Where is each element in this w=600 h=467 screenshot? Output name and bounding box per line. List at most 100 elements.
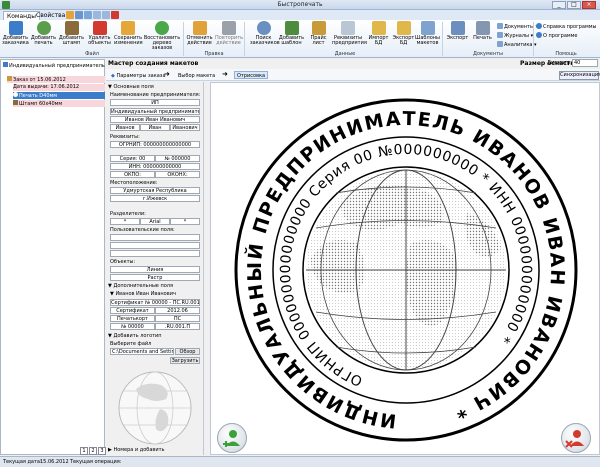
browse-button[interactable]: Обзор (175, 348, 200, 355)
tree-item-order[interactable]: Заказ от 15.06.2012 (7, 76, 105, 83)
preview-icon[interactable] (102, 11, 110, 19)
delete-objects-button[interactable]: Удалить объекты (86, 21, 113, 51)
separator-right-field[interactable]: * (170, 218, 200, 225)
object-line[interactable]: Линия (110, 266, 200, 273)
date-label: Текущая дата: (3, 459, 42, 465)
journals-icon (497, 32, 503, 38)
add-user-icon (8, 21, 23, 35)
page-button[interactable]: 3 (98, 447, 106, 455)
tab-properties[interactable]: Свойства (33, 11, 68, 20)
delete-icon[interactable] (111, 11, 119, 19)
journals-menu[interactable]: Журналы ▾ (497, 32, 533, 39)
price-list-button[interactable]: Прайс лист (305, 21, 332, 51)
import-db-button[interactable]: Импорт БД (365, 21, 392, 51)
about-button[interactable]: О программе (536, 32, 578, 39)
tree-item-seal[interactable]: Печать D40мм (13, 92, 105, 99)
inn-field[interactable]: ИНН: 000000000000 (110, 163, 200, 170)
analytics-menu[interactable]: Аналитика ▾ (497, 41, 537, 48)
city-field[interactable]: г.Ижевск (110, 195, 200, 202)
maximize-button[interactable]: □ (567, 1, 581, 9)
export-db-button[interactable]: Экспорт БД (390, 21, 417, 51)
disk-icon[interactable] (75, 11, 83, 19)
file-path-input[interactable]: C:\Documents and Settin (110, 348, 174, 355)
extra-name-row[interactable]: ▼ Иванов Иван Иванович (110, 291, 176, 297)
region-field[interactable]: Удмуртская Республика (110, 187, 200, 194)
add-customer-button[interactable]: Добавить заказчика (2, 21, 29, 51)
fio-field[interactable]: Иванов Иван Иванович (110, 116, 200, 123)
section-extra-fields[interactable]: ▼ Дополнительные поля (108, 283, 173, 289)
document-icon (341, 21, 355, 35)
restore-tree-button[interactable]: Восстановить дерево заказов (143, 21, 181, 51)
step-render[interactable]: Отрисовка (234, 71, 269, 79)
separator-font-field[interactable]: Arial (140, 218, 170, 225)
page-button[interactable]: 2 (89, 447, 97, 455)
number-field[interactable]: № 000000 (155, 155, 200, 162)
layout-canvas[interactable]: ИНДИВИДУАЛЬНЫЙ ПРЕДПРИНИМАТЕЛЬ ИВАНОВ ИВ… (210, 82, 600, 455)
seal-icon (36, 21, 51, 35)
layout-templates-button[interactable]: Шаблоны макетов (414, 21, 441, 51)
cert-part-field[interactable]: № 00000 (110, 323, 155, 330)
section-add-logo[interactable]: ▼ Добавить логотип (108, 333, 162, 339)
company-details-button[interactable]: Реквизиты предприятия (332, 21, 367, 51)
ogrnip-field[interactable]: ОГРНИП: 000000000000000 (110, 141, 200, 148)
section-main-fields[interactable]: ▼ Основные поля (108, 84, 154, 90)
okpo-field[interactable]: ОКПО: (110, 171, 155, 178)
diameter-input[interactable]: 40 (572, 59, 598, 67)
name-field[interactable]: Иван (140, 124, 170, 131)
tree-item-issue-date[interactable]: Дата выдачи: 17.06.2012 (13, 84, 105, 91)
template-icon (284, 21, 299, 35)
stamp-drawing[interactable]: ИНДИВИДУАЛЬНЫЙ ПРЕДПРИНИМАТЕЛЬ ИВАНОВ ИВ… (211, 83, 600, 456)
stamp-icon (13, 100, 18, 105)
print-icon[interactable] (84, 11, 92, 19)
user-field[interactable] (110, 234, 200, 241)
patronymic-field[interactable]: Иванович (170, 124, 200, 131)
series-field[interactable]: Серия: 00 (110, 155, 155, 162)
cert-part-field[interactable]: Сертификат (110, 307, 155, 314)
section-numbers[interactable]: ▶ Номера и добавить (108, 447, 165, 453)
object-raster[interactable]: Растр (110, 274, 200, 281)
redo-button[interactable]: Повторить действие (215, 21, 243, 51)
cert-part-field[interactable]: Печатькорт (110, 315, 155, 322)
step-order-params[interactable]: ◆ Параметры заказа (108, 71, 169, 79)
wizard-header: Мастер создания макетов Размер оснастки:… (106, 59, 600, 68)
search-customers-button[interactable]: Поиск заказчиков (250, 21, 280, 51)
add-object-button[interactable] (217, 423, 247, 453)
org-short-field[interactable]: ИП (110, 99, 200, 106)
certificate-field[interactable]: Сертификат № 00000 - ПС.RU.001.П (110, 299, 200, 306)
save-icon[interactable] (66, 11, 74, 19)
user-field[interactable] (110, 242, 200, 249)
okonh-field[interactable]: ОКОНХ: (155, 171, 200, 178)
undo-button[interactable]: Отменить действие (186, 21, 213, 51)
save-changes-button[interactable]: Сохранить изменения (114, 21, 143, 51)
tree-item-stamp[interactable]: Штамп 60х40мм (13, 100, 105, 107)
org-full-field[interactable]: Индивидуальный предприниматель (110, 108, 200, 115)
cert-part-field[interactable]: ПС (155, 315, 200, 322)
minimize-button[interactable]: _ (552, 1, 566, 9)
export-button[interactable]: Экспорт (444, 21, 471, 51)
load-button[interactable]: Загрузить (170, 357, 200, 364)
documents-menu[interactable]: Документы ▾ (497, 23, 538, 30)
remove-object-button[interactable] (561, 423, 591, 453)
cert-part-field[interactable]: .RU.001.П (155, 323, 200, 330)
copy-icon[interactable] (93, 11, 101, 19)
close-button[interactable]: × (582, 1, 596, 9)
pager: 123 (80, 447, 107, 455)
operation-label: Текущая операция: (70, 459, 122, 465)
print-button[interactable]: Печать (469, 21, 496, 51)
add-seal-button[interactable]: Добавить печать (30, 21, 57, 51)
current-date: 15.06.2012 (40, 459, 69, 465)
separator-left-field[interactable]: * (110, 218, 140, 225)
user-field[interactable] (110, 250, 200, 257)
tree-item-customer[interactable]: Индивидуальный предприниматель Иванов Ив… (3, 62, 167, 69)
add-stamp-button[interactable]: Добавить штамп (58, 21, 85, 51)
remove-person-icon (565, 430, 584, 448)
help-button[interactable]: Справка программы (536, 23, 596, 30)
cert-part-field[interactable]: 2012.06 (155, 307, 200, 314)
step-icon: ◆ (111, 73, 115, 79)
step-choose-layout[interactable]: Выбор макета (175, 71, 218, 79)
sync-button[interactable]: Синхронизация (559, 71, 600, 80)
ribbon: Добавить заказчика Добавить печать Добав… (0, 20, 600, 58)
surname-field[interactable]: Иванов (110, 124, 140, 131)
page-button[interactable]: 1 (80, 447, 88, 455)
add-template-button[interactable]: Добавить шаблон (278, 21, 305, 51)
